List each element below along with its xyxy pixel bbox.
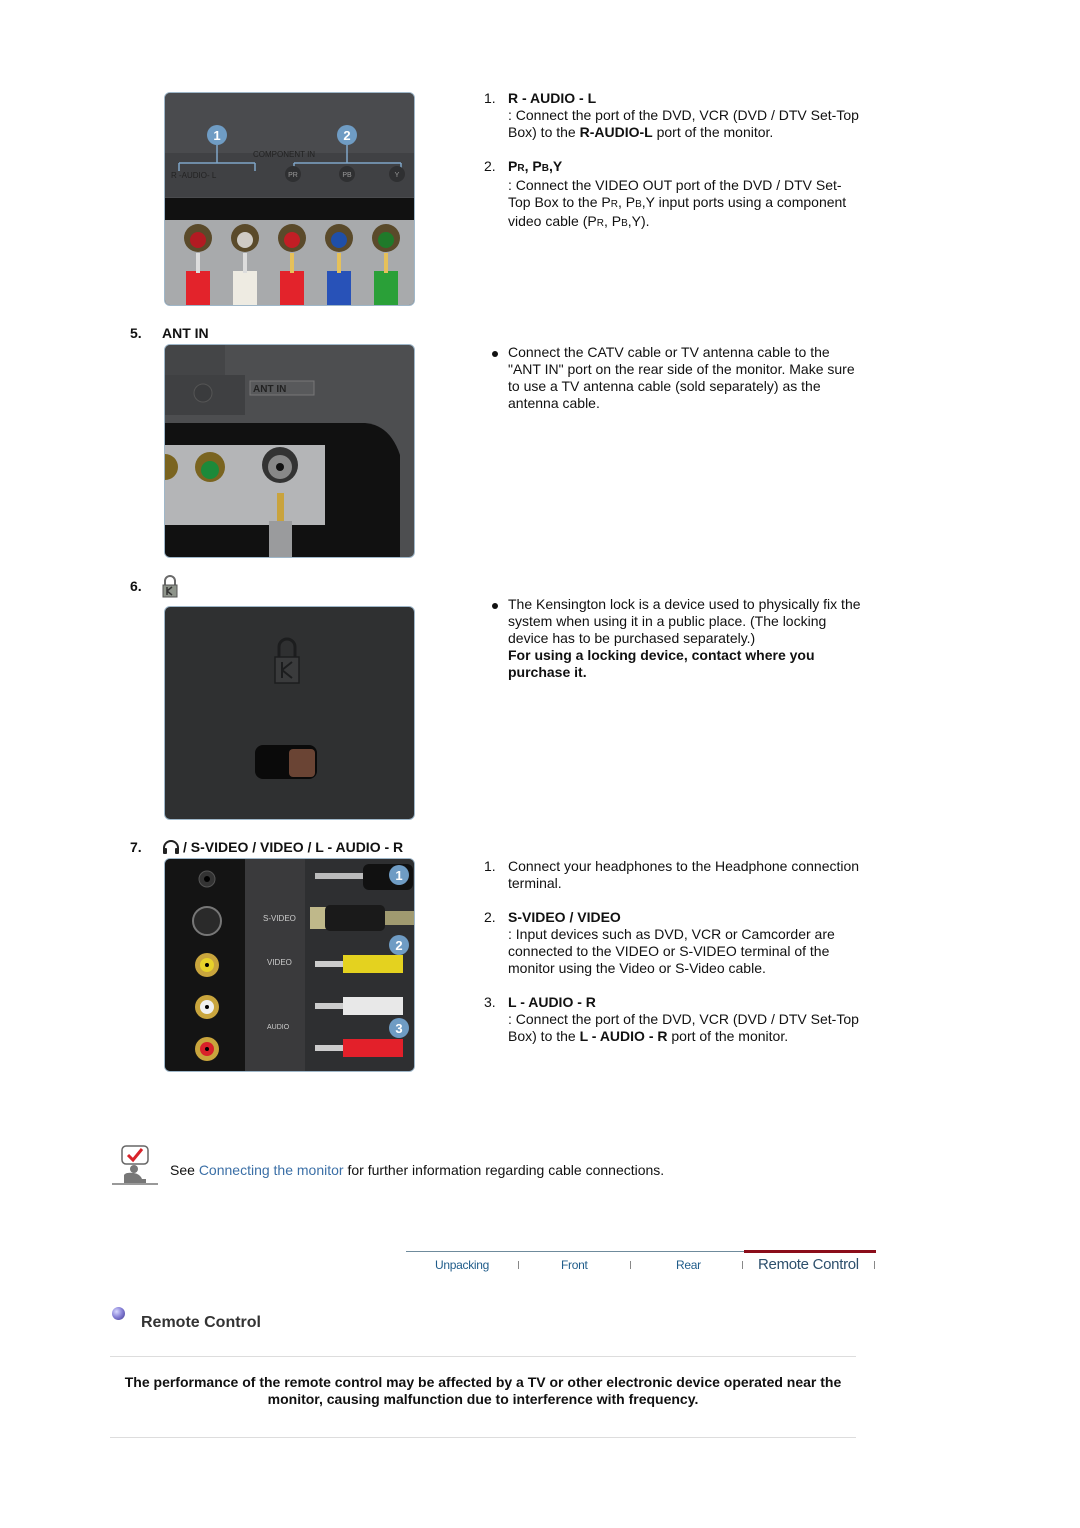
heading-bullet-icon (112, 1307, 125, 1320)
list-item: 1. R - AUDIO - L : Connect the port of t… (484, 90, 864, 141)
connecting-monitor-link[interactable]: Connecting the monitor (199, 1162, 344, 1178)
page-title: Remote Control (141, 1314, 261, 1331)
ant-in-illustration: ANT IN (165, 345, 400, 557)
svg-text:PB: PB (342, 172, 352, 179)
svg-text:1: 1 (395, 868, 402, 883)
item-text: : Connect the port of the DVD, VCR (DVD … (508, 1011, 859, 1044)
tab-separator (874, 1261, 875, 1269)
list-item: 2. S-VIDEO / VIDEO : Input devices such … (484, 909, 864, 977)
item-title: S-VIDEO / VIDEO (508, 909, 621, 925)
divider (110, 1437, 856, 1438)
svg-text:2: 2 (395, 938, 402, 953)
ant-in-photo: ANT IN (164, 344, 415, 558)
item-title: L - AUDIO - R (508, 994, 596, 1010)
svg-text:3: 3 (395, 1021, 402, 1036)
note-text: See Connecting the monitor for further i… (170, 1162, 665, 1178)
list-item: 1. Connect your headphones to the Headph… (484, 858, 860, 891)
av-ports-illustration: S-VIDEO VIDEO AUDIO 1 2 3 (165, 859, 414, 1071)
av-ports-photo: S-VIDEO VIDEO AUDIO 1 2 3 (164, 858, 415, 1072)
ant-in-description: Connect the CATV cable or TV antenna cab… (484, 344, 864, 412)
tab-separator (742, 1261, 743, 1269)
svg-text:R -AUDIO- L: R -AUDIO- L (171, 171, 217, 180)
kensington-lock-icon (161, 575, 179, 599)
section-number: 7. (130, 839, 142, 855)
tab-separator (518, 1261, 519, 1269)
kensington-photo (164, 606, 415, 820)
tab-unpacking[interactable]: Unpacking (435, 1257, 489, 1274)
svg-text:PR: PR (288, 172, 298, 179)
kensington-description: The Kensington lock is a device used to … (484, 596, 864, 681)
item-text: : Connect the VIDEO OUT port of the DVD … (508, 177, 847, 229)
bullet-item: The Kensington lock is a device used to … (484, 596, 864, 681)
section-number: 6. (130, 578, 142, 594)
svg-text:1: 1 (213, 128, 220, 143)
svg-text:S-VIDEO: S-VIDEO (263, 914, 296, 923)
component-description: 1. R - AUDIO - L : Connect the port of t… (484, 90, 864, 232)
note-icon (112, 1145, 158, 1185)
section-number: 5. (130, 325, 142, 341)
svg-text:COMPONENT IN: COMPONENT IN (253, 150, 315, 159)
bullet-icon (484, 344, 508, 412)
tab-rear[interactable]: Rear (676, 1257, 701, 1274)
item-title: R - AUDIO - L (508, 90, 597, 106)
av-description: 1. Connect your headphones to the Headph… (484, 858, 864, 1045)
svg-text:VIDEO: VIDEO (267, 958, 292, 967)
section-title: / S-VIDEO / VIDEO / L - AUDIO - R (183, 839, 404, 855)
item-text: : Input devices such as DVD, VCR or Camc… (508, 926, 835, 976)
item-title: PR, PB,Y (508, 158, 563, 174)
svg-text:AUDIO: AUDIO (267, 1024, 290, 1031)
kensington-illustration (255, 637, 317, 779)
list-item: 2. PR, PB,Y : Connect the VIDEO OUT port… (484, 158, 864, 232)
svg-text:ANT IN: ANT IN (253, 384, 286, 395)
section-title: ANT IN (162, 325, 209, 341)
bullet-item: Connect the CATV cable or TV antenna cab… (484, 344, 864, 412)
bullet-icon (484, 596, 508, 681)
tab-separator (630, 1261, 631, 1269)
component-ports-illustration: 1 2 COMPONENT IN R -AUDIO- L PR PB Y (165, 93, 414, 305)
list-item: 3. L - AUDIO - R : Connect the port of t… (484, 994, 864, 1045)
tab-front[interactable]: Front (561, 1257, 588, 1274)
component-ports-photo: 1 2 COMPONENT IN R -AUDIO- L PR PB Y (164, 92, 415, 306)
item-text: : Connect the port of the DVD, VCR (DVD … (508, 107, 859, 140)
active-tab-indicator (744, 1250, 876, 1253)
tab-remote-control[interactable]: Remote Control (758, 1256, 859, 1273)
svg-text:Y: Y (395, 172, 400, 179)
divider (110, 1356, 856, 1357)
section-tabs: Unpacking Front Rear Remote Control (406, 1250, 876, 1280)
remote-warning: The performance of the remote control ma… (124, 1374, 842, 1407)
headphone-icon (162, 839, 180, 855)
svg-text:2: 2 (343, 128, 350, 143)
tabs-divider (406, 1251, 744, 1252)
